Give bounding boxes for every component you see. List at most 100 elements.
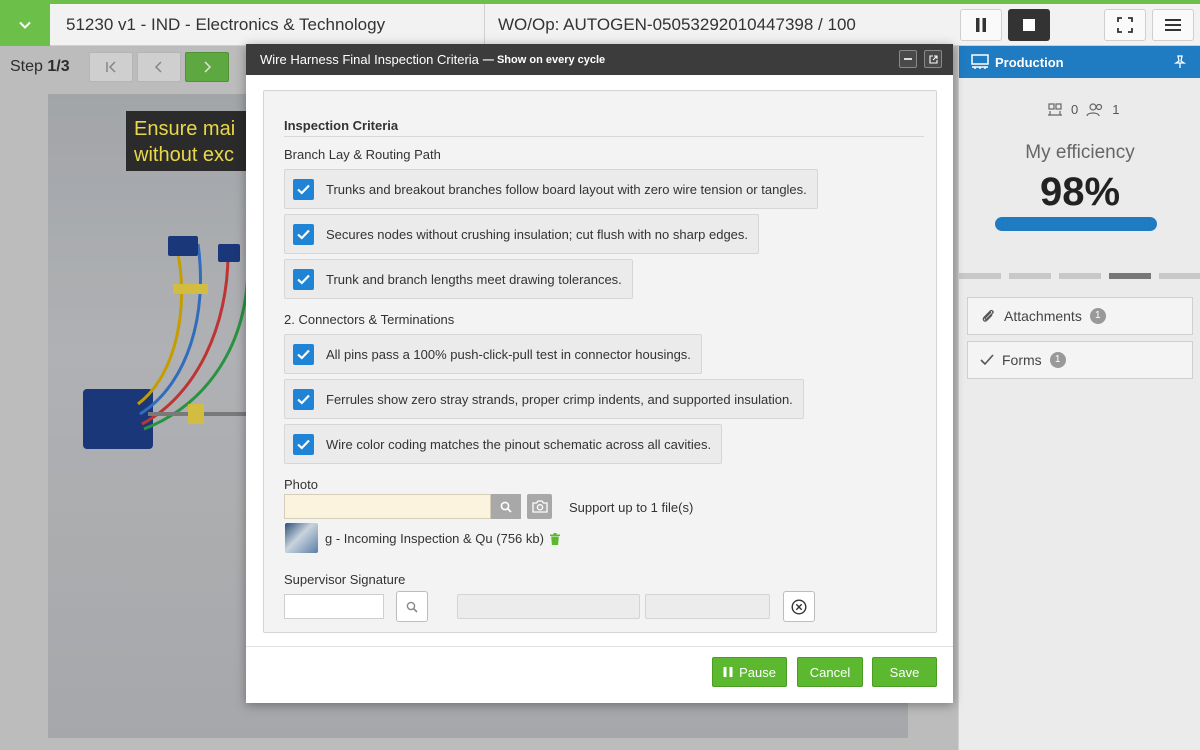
attachments-button[interactable]: Attachments 1	[967, 297, 1193, 335]
inspection-form: Inspection Criteria Branch Lay & Routing…	[263, 90, 937, 633]
file-name: g - Incoming Inspection & Qu (756 kb)	[325, 531, 544, 546]
user-count: 1	[1112, 102, 1120, 117]
instruction-banner: Ensure mai without exc	[126, 111, 256, 171]
banner-line-1: Ensure mai	[134, 118, 236, 140]
section-title: Inspection Criteria	[284, 118, 924, 137]
work-order-label: WO/Op: AUTOGEN-05053292010447398 / 100	[498, 15, 856, 34]
footer-divider	[246, 646, 953, 647]
file-limit-text: Support up to 1 file(s)	[569, 500, 694, 515]
cancel-label: Cancel	[809, 664, 851, 680]
minimize-button[interactable]	[899, 50, 917, 68]
clear-signature-button[interactable]	[783, 591, 815, 622]
forms-label: Forms	[1002, 352, 1042, 368]
pin-icon[interactable]	[1173, 55, 1187, 69]
checklist-item[interactable]: Ferrules show zero stray strands, proper…	[284, 379, 804, 419]
checkbox-checked[interactable]	[293, 223, 314, 245]
checklist-item-label: Trunks and breakout branches follow boar…	[326, 181, 807, 197]
checkbox-checked[interactable]	[293, 343, 314, 365]
signature-search-button[interactable]	[396, 591, 428, 622]
chevron-down-icon	[19, 21, 31, 29]
search-icon	[406, 601, 418, 613]
attachments-label: Attachments	[1004, 308, 1082, 324]
checklist-item-label: Trunk and branch lengths meet drawing to…	[326, 271, 622, 287]
cancel-button[interactable]: Cancel	[797, 657, 863, 687]
hamburger-icon	[1165, 19, 1181, 31]
segment	[1059, 273, 1101, 279]
inspection-modal: Wire Harness Final Inspection Criteria —…	[246, 44, 953, 703]
segment-active	[1109, 273, 1151, 279]
fullscreen-button[interactable]	[1104, 9, 1146, 41]
banner-line-2: without exc	[134, 144, 235, 166]
header-divider	[484, 4, 485, 46]
checklist-item[interactable]: Trunk and branch lengths meet drawing to…	[284, 259, 633, 299]
modal-title-bar: Wire Harness Final Inspection Criteria —…	[246, 44, 953, 75]
stop-icon	[1023, 19, 1035, 31]
checklist-item[interactable]: All pins pass a 100% push-click-pull tes…	[284, 334, 702, 374]
hamburger-menu-button[interactable]	[1152, 9, 1194, 41]
checkmark-icon	[297, 349, 310, 360]
group-label-branch-lay: Branch Lay & Routing Path	[284, 147, 441, 162]
checkbox-checked[interactable]	[293, 433, 314, 455]
production-tab[interactable]: Production	[959, 46, 1200, 78]
users-icon	[1086, 102, 1103, 116]
group-label-connectors: 2. Connectors & Terminations	[284, 312, 455, 327]
production-label: Production	[995, 54, 1064, 70]
checkmark-icon	[297, 394, 310, 405]
efficiency-bar	[995, 217, 1157, 231]
efficiency-label: My efficiency	[1025, 142, 1135, 163]
step-progress-segments	[959, 273, 1200, 279]
checklist-item-label: Secures nodes without crushing insulatio…	[326, 226, 749, 242]
checklist-item[interactable]: Trunks and breakout branches follow boar…	[284, 169, 818, 209]
photo-browse-button[interactable]	[491, 494, 521, 519]
pause-label: Pause	[739, 664, 776, 680]
paperclip-icon	[982, 309, 994, 322]
checklist-item[interactable]: Secures nodes without crushing insulatio…	[284, 214, 760, 254]
checkbox-checked[interactable]	[293, 268, 314, 290]
pop-out-button[interactable]	[924, 50, 942, 68]
checkbox-checked[interactable]	[293, 178, 314, 200]
checkmark-icon	[297, 274, 310, 285]
station-count: 0	[1071, 102, 1079, 117]
checklist-item-label: Wire color coding matches the pinout sch…	[326, 436, 712, 452]
search-icon	[500, 501, 512, 513]
photo-label: Photo	[284, 477, 318, 492]
segment	[959, 273, 1001, 279]
page-title: 51230 v1 - IND - Electronics & Technolog…	[66, 15, 386, 34]
app-header: 51230 v1 - IND - Electronics & Technolog…	[0, 4, 1200, 46]
menu-toggle-button[interactable]	[0, 4, 50, 46]
checkmark-icon	[297, 439, 310, 450]
minus-icon	[904, 58, 912, 60]
signature-user-input[interactable]	[284, 594, 384, 619]
attached-file: g - Incoming Inspection & Qu (756 kb)	[325, 531, 560, 546]
checklist-item-label: Ferrules show zero stray strands, proper…	[326, 391, 793, 407]
signature-date-field	[645, 594, 770, 619]
operator-counters: 0 1	[1047, 102, 1119, 117]
segment	[1009, 273, 1051, 279]
modal-subtitle: — Show on every cycle	[482, 53, 606, 66]
signature-label: Supervisor Signature	[284, 572, 406, 587]
camera-icon	[531, 500, 548, 513]
pause-button[interactable]: Pause	[712, 657, 787, 687]
modal-title: Wire Harness Final Inspection Criteria	[260, 52, 479, 67]
signature-name-field	[457, 594, 640, 619]
production-side-panel: Production 0 1 My efficiency 98% Attachm…	[958, 46, 1200, 750]
forms-button[interactable]: Forms 1	[967, 341, 1193, 379]
camera-button[interactable]	[527, 494, 552, 519]
close-circle-icon	[791, 598, 807, 615]
photo-file-input[interactable]	[284, 494, 491, 519]
stop-cycle-button[interactable]	[1008, 9, 1050, 41]
checkbox-checked[interactable]	[293, 388, 314, 410]
save-label: Save	[889, 664, 920, 680]
save-button[interactable]: Save	[872, 657, 937, 687]
pause-icon	[723, 667, 733, 677]
checklist-item-label: All pins pass a 100% push-click-pull tes…	[326, 346, 691, 362]
fullscreen-icon	[1117, 17, 1133, 33]
pause-icon	[976, 18, 986, 32]
checkmark-icon	[980, 354, 994, 366]
pause-cycle-button[interactable]	[960, 9, 1002, 41]
checkmark-icon	[297, 184, 310, 195]
photo-thumbnail[interactable]	[285, 523, 318, 553]
segment	[1159, 273, 1200, 279]
checklist-item[interactable]: Wire color coding matches the pinout sch…	[284, 424, 723, 464]
trash-icon[interactable]	[549, 532, 560, 545]
